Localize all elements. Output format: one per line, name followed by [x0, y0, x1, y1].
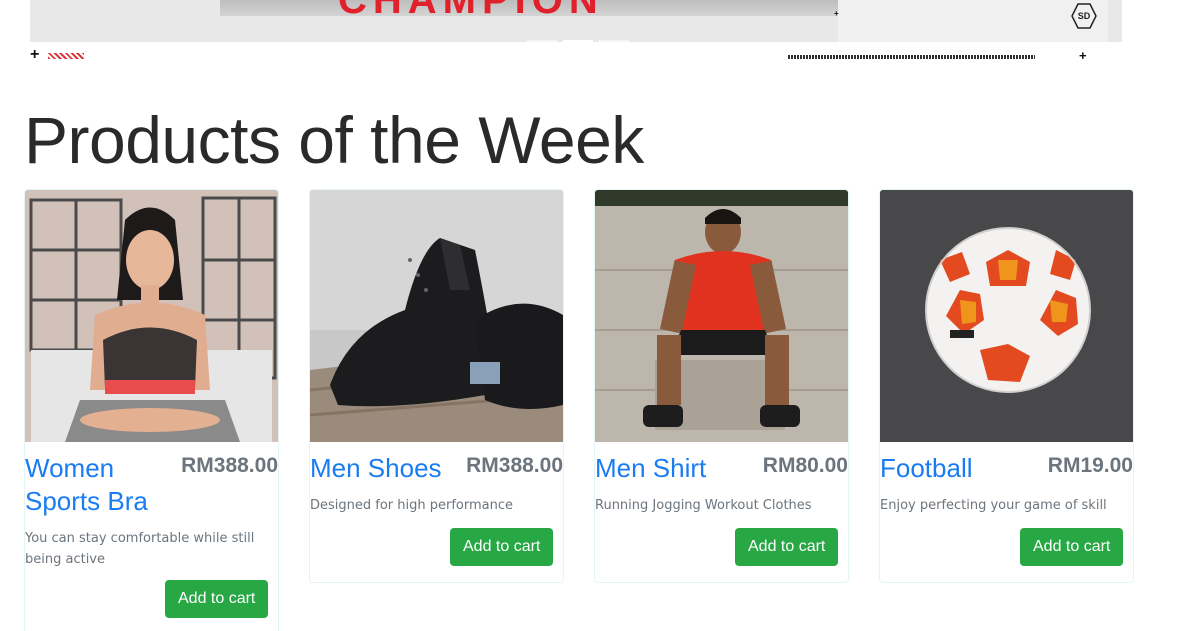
- product-title[interactable]: Men Shoes: [310, 452, 442, 485]
- product-image[interactable]: [25, 190, 278, 442]
- product-image[interactable]: [880, 190, 1133, 442]
- product-description: You can stay comfortable while still bei…: [25, 530, 255, 567]
- plus-icon: +: [30, 46, 40, 63]
- product-card: Men Shirt RM80.00 Running Jogging Workou…: [594, 189, 849, 583]
- plus-icon: +: [834, 9, 839, 18]
- banner-brand-text: CHAMPION: [338, 0, 604, 16]
- sd-logo-text: SD: [1077, 11, 1091, 21]
- product-description: Running Jogging Workout Clothes: [595, 497, 812, 513]
- carousel-slide-image: CHAMPION: [220, 0, 887, 16]
- product-description: Designed for high performance: [310, 497, 514, 513]
- product-price: RM19.00: [1047, 454, 1133, 477]
- carousel-indicator-3[interactable]: [599, 40, 629, 43]
- product-card: Men Shoes RM388.00 Designed for high per…: [309, 189, 564, 583]
- product-title[interactable]: Women Sports Bra: [25, 452, 165, 518]
- hero-carousel[interactable]: CHAMPION SD: [30, 0, 1122, 56]
- product-card: Women Sports Bra RM388.00 You can stay c…: [24, 189, 279, 631]
- carousel-indicator-1[interactable]: [527, 40, 557, 43]
- banner-side-panel: [838, 0, 1108, 42]
- product-title[interactable]: Football: [880, 452, 973, 485]
- product-title[interactable]: Men Shirt: [595, 452, 706, 485]
- carousel-indicators: [527, 40, 629, 43]
- product-image[interactable]: [310, 190, 563, 442]
- section-title: Products of the Week: [24, 103, 644, 177]
- product-card: Football RM19.00 Enjoy perfecting your g…: [879, 189, 1134, 583]
- product-description: Enjoy perfecting your game of skill: [880, 497, 1107, 513]
- plus-icon: +: [1079, 48, 1087, 63]
- product-price: RM388.00: [466, 454, 563, 477]
- add-to-cart-button[interactable]: Add to cart: [735, 528, 839, 566]
- carousel-indicator-2[interactable]: [563, 40, 593, 43]
- add-to-cart-button[interactable]: Add to cart: [450, 528, 554, 566]
- decorative-stripe: [48, 53, 84, 59]
- product-price: RM388.00: [181, 454, 278, 477]
- decorative-zigzag-line: [788, 55, 1035, 59]
- banner-bottom-strip: [30, 42, 1122, 56]
- sd-logo: SD: [1070, 2, 1098, 30]
- add-to-cart-button[interactable]: Add to cart: [1020, 528, 1124, 566]
- product-image[interactable]: [595, 190, 848, 442]
- add-to-cart-button[interactable]: Add to cart: [165, 580, 269, 618]
- page: CHAMPION SD + + + Products of the Week: [0, 0, 1185, 631]
- product-price: RM80.00: [762, 454, 848, 477]
